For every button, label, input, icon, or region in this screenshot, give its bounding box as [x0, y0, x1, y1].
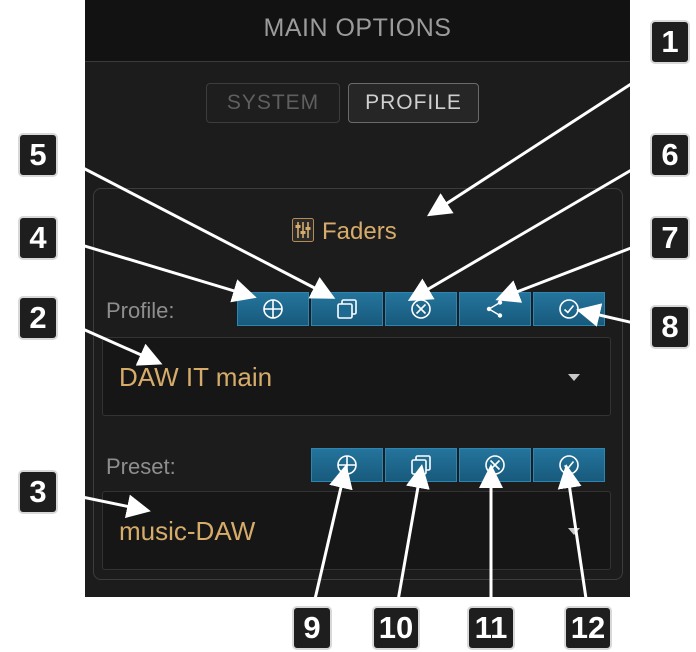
callout-9: 9 [292, 606, 332, 650]
copy-icon [411, 455, 431, 475]
section-title-label: Faders [322, 218, 397, 245]
callout-1: 1 [650, 20, 690, 64]
profile-toolbar [237, 292, 607, 326]
callout-4: 4 [18, 216, 58, 260]
preset-copy-button[interactable] [385, 448, 457, 482]
preset-delete-button[interactable] [459, 448, 531, 482]
preset-add-button[interactable] [311, 448, 383, 482]
profile-select-value: DAW IT main [119, 362, 273, 392]
add-icon [337, 455, 357, 475]
preset-label: Preset: [106, 454, 176, 479]
tab-system[interactable]: SYSTEM [206, 83, 340, 123]
profile-label: Profile: [106, 298, 175, 323]
preset-select-value: music-DAW [119, 516, 256, 546]
callout-12: 12 [564, 606, 612, 650]
delete-icon [411, 299, 431, 319]
callout-3: 3 [18, 470, 58, 514]
page-title: MAIN OPTIONS [263, 14, 452, 42]
callout-7: 7 [650, 216, 690, 260]
share-icon [486, 300, 503, 318]
profile-copy-button[interactable] [311, 292, 383, 326]
profile-delete-button[interactable] [385, 292, 457, 326]
profile-share-button[interactable] [459, 292, 531, 326]
delete-icon [485, 455, 505, 475]
section-title: Faders [292, 216, 397, 248]
callout-11: 11 [467, 606, 515, 650]
profile-apply-button[interactable] [533, 292, 605, 326]
panel-header: MAIN OPTIONS [85, 0, 630, 62]
callout-5: 5 [18, 133, 58, 177]
callout-6: 6 [650, 133, 690, 177]
copy-icon [337, 299, 357, 319]
apply-icon [559, 299, 579, 319]
profile-add-button[interactable] [237, 292, 309, 326]
chevron-down-icon [568, 528, 580, 535]
preset-apply-button[interactable] [533, 448, 605, 482]
tab-profile[interactable]: PROFILE [348, 83, 479, 123]
add-icon [263, 299, 283, 319]
preset-select[interactable]: music-DAW [102, 491, 611, 570]
callout-8: 8 [650, 305, 690, 349]
sliders-icon [292, 217, 314, 247]
callout-10: 10 [372, 606, 420, 650]
callout-2: 2 [18, 296, 58, 340]
chevron-down-icon [568, 374, 580, 381]
profile-select[interactable]: DAW IT main [102, 337, 611, 416]
apply-icon [559, 455, 579, 475]
preset-toolbar [311, 448, 607, 482]
